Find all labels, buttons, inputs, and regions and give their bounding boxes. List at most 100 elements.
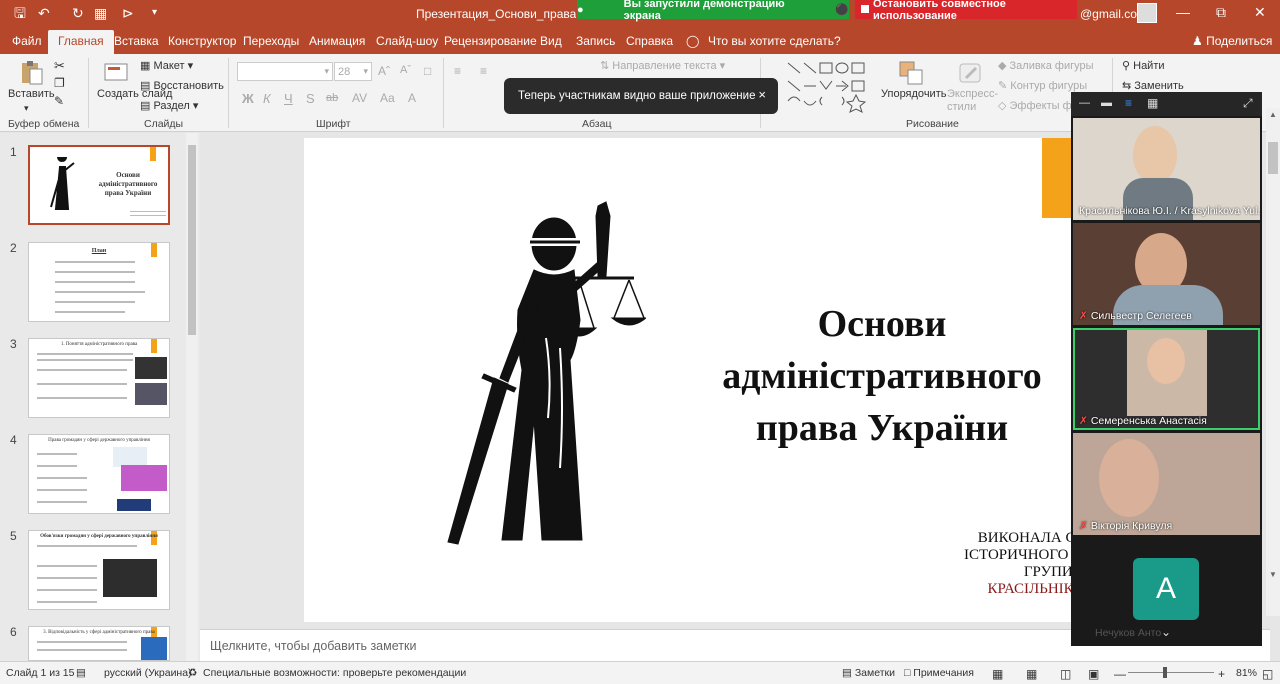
minimize-panel-icon[interactable]: — (1079, 97, 1090, 109)
clear-format-icon[interactable]: □ (424, 64, 431, 78)
shadow-button[interactable]: S (306, 91, 315, 106)
reset-button[interactable]: ▤ Восстановить (140, 79, 224, 92)
participant-tile[interactable]: ✗ Вікторія Кривуля (1073, 433, 1260, 535)
gallery-view-icon[interactable]: ▦ (1147, 96, 1158, 110)
find-button[interactable]: ⚲ Найти (1122, 59, 1165, 72)
shape-outline-button[interactable]: ✎ Контур фигуры (998, 79, 1087, 92)
clipboard-group-label: Буфер обмена (8, 118, 80, 130)
editor-scrollbar[interactable]: ▲ ▼ (1266, 108, 1280, 616)
reading-view-icon[interactable]: ◫ (1060, 667, 1071, 681)
scroll-up-icon[interactable]: ▲ (1269, 110, 1277, 119)
zoom-slider[interactable] (1128, 672, 1214, 673)
notes-toggle[interactable]: ▤ Заметки (842, 667, 895, 679)
paste-button[interactable]: Вставить (8, 88, 55, 100)
present-icon[interactable]: ▦ (94, 5, 107, 21)
scrollbar-thumb[interactable] (188, 145, 196, 335)
participant-tile-active-speaker[interactable]: ✗ Семеренська Анастасія (1073, 328, 1260, 430)
layout-button[interactable]: ▦ Макет ▾ (140, 59, 193, 72)
arrange-button[interactable]: Упорядочить (881, 88, 946, 100)
font-size-select[interactable]: 28 ▾ (334, 62, 372, 81)
slide-title[interactable]: Основи адміністративного права України (692, 298, 1072, 454)
thumbnails-scrollbar[interactable] (186, 133, 198, 661)
zoom-level[interactable]: 81% (1236, 667, 1257, 679)
account-avatar[interactable] (1137, 3, 1157, 23)
italic-button[interactable]: К (263, 91, 271, 106)
bullets-icon[interactable]: ≡ (454, 64, 461, 78)
slideshow-view-icon[interactable]: ▣ (1088, 667, 1099, 681)
slide-sorter-icon[interactable]: ▦ (1026, 667, 1037, 681)
text-direction-button[interactable]: ⇅ Направление текста ▾ (600, 59, 725, 72)
slide-thumbnail-3[interactable]: 1. Поняття адміністративного права (28, 338, 170, 418)
notes-icon: ▤ (842, 667, 855, 679)
format-brush-icon[interactable]: ✎ (54, 94, 64, 108)
current-slide[interactable]: Основи адміністративного права України В… (304, 138, 1106, 622)
thumb-line (130, 215, 166, 216)
paste-dropdown-icon[interactable]: ▾ (24, 103, 29, 114)
expand-icon[interactable]: ⤢ (1243, 96, 1253, 111)
minimize-icon[interactable]: — (1176, 4, 1190, 20)
tab-file[interactable]: Файл (12, 34, 42, 48)
scroll-down-icon[interactable]: ▼ (1269, 570, 1277, 579)
tab-slideshow[interactable]: Слайд-шоу (376, 34, 438, 48)
copy-icon[interactable]: ❐ (54, 76, 65, 90)
zoom-in-icon[interactable]: + (1218, 667, 1225, 681)
zoom-out-icon[interactable]: — (1114, 667, 1126, 681)
font-family-select[interactable]: ▾ (237, 62, 333, 81)
normal-view-icon[interactable]: ▦ (992, 667, 1003, 681)
strikethrough-button[interactable]: ab (326, 92, 338, 104)
customize-quick-access-icon[interactable]: ▾ (152, 5, 157, 21)
tab-record[interactable]: Запись (576, 34, 615, 48)
close-icon[interactable]: ✕ (1254, 4, 1266, 21)
shape-fill-button[interactable]: ◆ Заливка фигуры (998, 59, 1094, 72)
section-button[interactable]: ▤ Раздел ▾ (140, 99, 198, 112)
numbering-icon[interactable]: ≡ (480, 64, 487, 78)
shrink-font-icon[interactable]: Aˇ (400, 64, 411, 76)
speaker-view-icon[interactable]: ▬ (1101, 97, 1112, 109)
change-case-icon[interactable]: Aa (380, 91, 395, 105)
undo-icon[interactable]: ↶ (38, 5, 50, 21)
fit-slide-icon[interactable]: ◱ (1262, 667, 1273, 681)
participant-tile[interactable]: Красильнікова Ю.І. / Krasylnikova Yul... (1073, 118, 1260, 220)
save-icon[interactable]: 🖫 (14, 5, 26, 21)
accessibility-status[interactable]: Специальные возможности: проверьте реком… (203, 667, 466, 679)
strip-view-icon[interactable]: ≡ (1125, 96, 1132, 110)
bold-button[interactable]: Ж (242, 91, 254, 106)
chevron-down-icon[interactable]: ⌄ (1161, 625, 1171, 639)
toast-close-button[interactable]: × (758, 87, 766, 102)
replace-button[interactable]: ⇆ Заменить (1122, 79, 1184, 92)
participant-tile[interactable]: ✗ Сильвестр Селегеев (1073, 223, 1260, 325)
language-indicator[interactable]: русский (Украина) (104, 667, 192, 679)
spellcheck-icon[interactable]: ▤ (76, 667, 86, 679)
share-button[interactable]: ♟ Поделиться (1192, 34, 1272, 48)
tab-insert[interactable]: Вставка (114, 34, 159, 48)
tab-review[interactable]: Рецензирование (444, 34, 537, 48)
format-painter-icon[interactable]: ⊳ (122, 5, 134, 21)
tab-animation[interactable]: Анимация (309, 34, 365, 48)
tab-view[interactable]: Вид (540, 34, 562, 48)
slide-thumbnail-1[interactable]: Основи адміністративного права України (28, 145, 170, 225)
quick-styles-button[interactable]: Экспресс-стили (947, 88, 998, 114)
slide-thumbnail-2[interactable]: План (28, 242, 170, 322)
redo-icon[interactable]: ↻ (72, 5, 84, 21)
zoom-slider-handle[interactable] (1163, 667, 1167, 678)
grow-font-icon[interactable]: Aˆ (378, 64, 390, 78)
tab-help[interactable]: Справка (626, 34, 673, 48)
slide-thumbnail-5[interactable]: Обов'язки громадян у сфері державного уп… (28, 530, 170, 610)
underline-button[interactable]: Ч (284, 91, 293, 106)
slide-thumbnail-6[interactable]: 3. Відповідальність у сфері адміністрати… (28, 626, 170, 661)
scrollbar-thumb[interactable] (1268, 142, 1278, 174)
tab-transitions[interactable]: Переходы (243, 34, 299, 48)
shapes-gallery[interactable] (786, 61, 870, 113)
tab-design[interactable]: Конструктор (168, 34, 236, 48)
slide-author-info[interactable]: ВИКОНАЛА СТУД ІСТОРИЧНОГО ФАК ГРУПИ ІС-6… (864, 530, 1104, 598)
slide-thumbnail-4[interactable]: Права громадян у сфері державного управл… (28, 434, 170, 514)
stop-share-button[interactable]: Остановить совместное использование (855, 0, 1077, 22)
maximize-icon[interactable]: ⧉ (1216, 4, 1226, 21)
tell-me-search[interactable]: Что вы хотите сделать? (708, 34, 841, 48)
cut-icon[interactable]: ✂ (54, 58, 65, 74)
shape-effects-button[interactable]: ◇ Эффекты фиг (998, 99, 1082, 112)
char-spacing-icon[interactable]: AV (352, 91, 367, 105)
comments-toggle[interactable]: □ Примечания (904, 667, 974, 679)
tab-home[interactable]: Главная (48, 30, 114, 54)
font-color-icon[interactable]: A (408, 91, 416, 105)
